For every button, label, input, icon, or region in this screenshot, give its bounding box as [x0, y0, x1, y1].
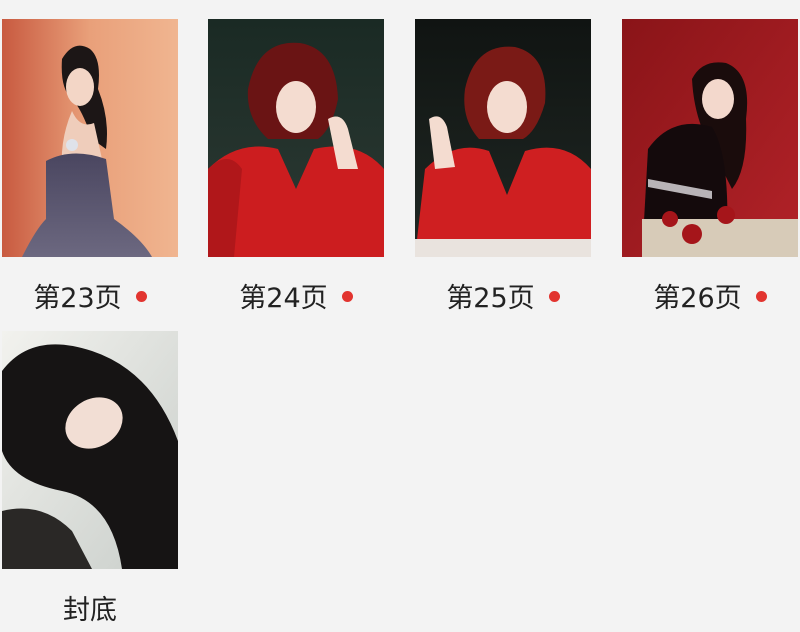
page-label-25[interactable]: 第25页: [415, 275, 591, 315]
page-tile-24[interactable]: 第24页: [208, 19, 384, 314]
unread-dot-icon: [135, 290, 147, 302]
page-tile-back-cover[interactable]: 封底: [2, 331, 178, 626]
page-thumbnail-24[interactable]: [208, 19, 384, 257]
page-thumbnail-grid: 第23页 第24页 第25页 第26页 封底: [0, 0, 800, 632]
page-label-text: 第23页: [33, 282, 122, 314]
page-thumbnail-23[interactable]: [2, 19, 178, 257]
page-tile-25[interactable]: 第25页: [415, 19, 591, 314]
unread-dot-icon: [548, 290, 560, 302]
unread-dot-icon: [341, 290, 353, 302]
page-tile-23[interactable]: 第23页: [2, 19, 178, 314]
page-label-text: 第25页: [446, 282, 535, 314]
unread-dot-icon: [755, 290, 767, 302]
page-label-text: 第26页: [653, 282, 742, 314]
back-cover-label[interactable]: 封底: [2, 587, 178, 627]
page-label-23[interactable]: 第23页: [2, 275, 178, 315]
back-cover-thumbnail[interactable]: [2, 331, 178, 569]
page-thumbnail-26[interactable]: [622, 19, 798, 257]
page-label-text: 封底: [63, 594, 117, 626]
page-label-24[interactable]: 第24页: [208, 275, 384, 315]
page-label-text: 第24页: [239, 282, 328, 314]
page-tile-26[interactable]: 第26页: [622, 19, 798, 314]
page-thumbnail-25[interactable]: [415, 19, 591, 257]
page-label-26[interactable]: 第26页: [622, 275, 798, 315]
